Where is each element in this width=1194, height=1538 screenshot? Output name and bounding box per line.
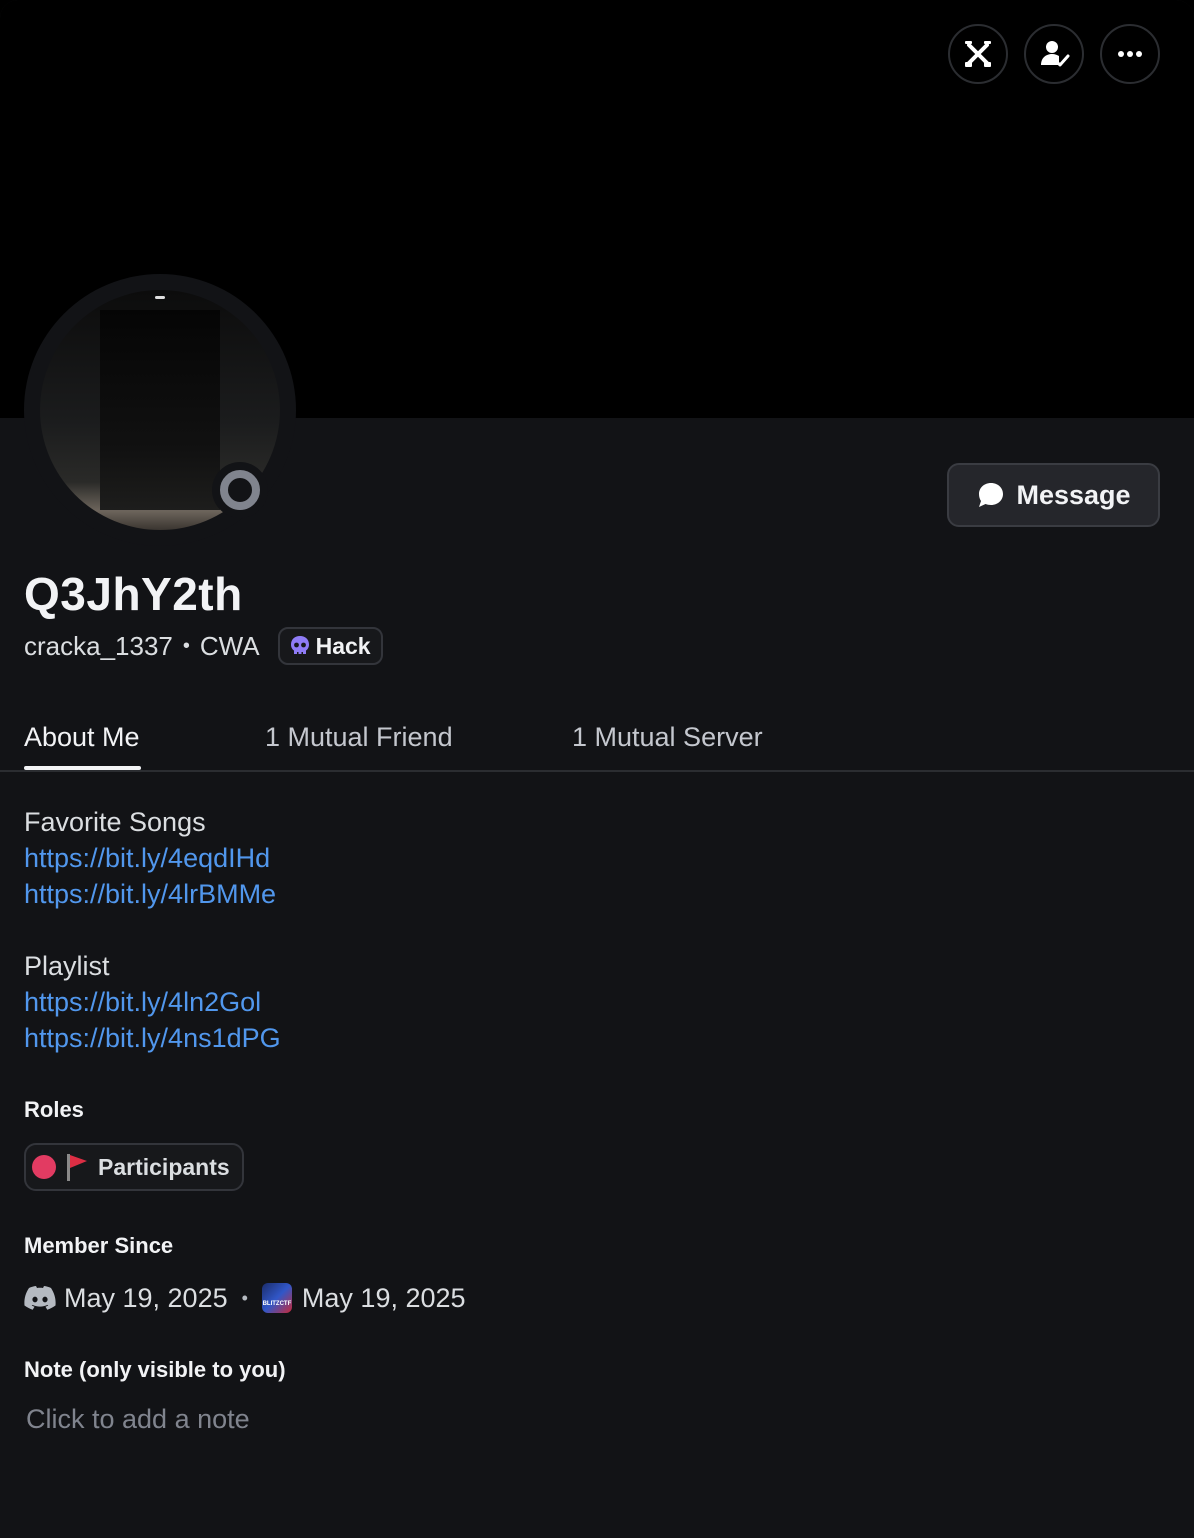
role-pill[interactable]: Participants xyxy=(24,1143,244,1191)
friend-check-icon xyxy=(1041,41,1070,67)
about-me-bio: Favorite Songs https://bit.ly/4eqdIHd ht… xyxy=(24,804,281,1056)
active-tab-indicator xyxy=(24,766,141,770)
role-color-dot xyxy=(32,1155,56,1179)
offline-status-icon xyxy=(220,470,260,510)
bio-heading-playlist: Playlist xyxy=(24,951,110,981)
message-button[interactable]: Message xyxy=(947,463,1160,527)
bio-link[interactable]: https://bit.ly/4lrBMMe xyxy=(24,876,281,912)
tab-about-me[interactable]: About Me xyxy=(24,722,140,753)
bio-link[interactable]: https://bit.ly/4ln2Gol xyxy=(24,984,281,1020)
chat-bubble-icon xyxy=(979,483,1004,507)
more-options-button[interactable] xyxy=(1100,24,1160,84)
friend-status-button[interactable] xyxy=(1024,24,1084,84)
separator: • xyxy=(241,1287,248,1308)
avatar-container[interactable] xyxy=(24,274,296,546)
note-input[interactable]: Click to add a note xyxy=(26,1404,250,1435)
avatar-image xyxy=(100,310,220,510)
profile-actions xyxy=(948,24,1160,84)
swords-button[interactable] xyxy=(948,24,1008,84)
status-indicator xyxy=(212,462,268,518)
discord-logo-icon xyxy=(24,1286,56,1310)
message-button-label: Message xyxy=(1016,479,1131,510)
username-row: cracka_1337 • CWA Hack xyxy=(24,626,383,666)
tab-mutual-friends[interactable]: 1 Mutual Friend xyxy=(265,722,453,753)
tab-mutual-servers[interactable]: 1 Mutual Server xyxy=(572,722,763,753)
more-dots-icon xyxy=(1118,51,1142,57)
swords-icon xyxy=(965,41,991,67)
clan-tag[interactable]: Hack xyxy=(277,627,383,665)
discord-join-date: May 19, 2025 xyxy=(64,1282,228,1313)
clan-label: CWA xyxy=(199,630,260,661)
avatar-light xyxy=(155,296,165,299)
user-profile-card: Message Q3JhY2th cracka_1337 • CWA Hack … xyxy=(0,0,1194,1538)
separator: • xyxy=(182,634,190,657)
member-since-row: May 19, 2025 • BLITZCTF May 19, 2025 xyxy=(24,1278,466,1318)
role-label: Participants xyxy=(98,1153,230,1180)
roles-title: Roles xyxy=(24,1097,84,1122)
skull-icon xyxy=(290,636,309,654)
note-title: Note (only visible to you) xyxy=(24,1357,286,1382)
member-since-title: Member Since xyxy=(24,1233,174,1258)
server-icon[interactable]: BLITZCTF xyxy=(261,1283,292,1313)
clan-tag-label: Hack xyxy=(315,632,371,659)
username[interactable]: cracka_1337 xyxy=(24,631,173,662)
profile-tabs: About Me 1 Mutual Friend 1 Mutual Server xyxy=(0,712,1194,772)
display-name[interactable]: Q3JhY2th xyxy=(24,567,243,621)
bio-heading-songs: Favorite Songs xyxy=(24,807,206,837)
server-icon-text: BLITZCTF xyxy=(262,1301,292,1307)
bio-link[interactable]: https://bit.ly/4ns1dPG xyxy=(24,1020,281,1056)
red-flag-icon xyxy=(67,1154,87,1181)
bio-spacer xyxy=(24,912,281,948)
bio-link[interactable]: https://bit.ly/4eqdIHd xyxy=(24,840,281,876)
server-join-date: May 19, 2025 xyxy=(301,1282,466,1313)
